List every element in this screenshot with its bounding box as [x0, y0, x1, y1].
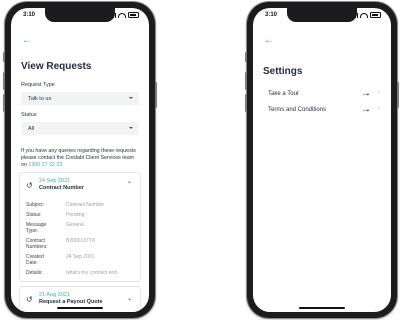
page-title: Settings: [263, 66, 303, 77]
chevron-up-icon[interactable]: ⌃: [127, 181, 132, 188]
chevron-right-icon: ›: [378, 106, 380, 112]
detail-label: Status:: [26, 212, 42, 218]
phone-frame-right: 3:10 ← Settings Take a Tour → › Terms an…: [245, 2, 399, 318]
side-button: [3, 94, 5, 112]
detail-value: B2000137TX: [66, 238, 96, 244]
home-indicator: [57, 306, 103, 309]
status-value: All: [28, 125, 35, 132]
detail-value: General: [66, 222, 84, 228]
detail-label: Subject:: [26, 202, 45, 208]
home-indicator: [299, 306, 345, 309]
settings-item-label: Take a Tour: [268, 91, 299, 97]
settings-item-label: Terms and Conditions: [268, 107, 327, 113]
detail-label: Created Date:: [26, 254, 44, 266]
side-button: [245, 52, 247, 62]
arrow-right-icon: →: [361, 88, 371, 99]
detail-value: what's my contract end: [66, 270, 117, 276]
side-button: [155, 82, 157, 108]
status-time: 3:10: [265, 12, 278, 18]
request-subject: Contract Number: [39, 185, 84, 191]
status-label: Status: [21, 112, 37, 118]
arrow-left-icon: ←: [22, 35, 32, 46]
back-button[interactable]: ←: [264, 36, 274, 46]
status-time: 3:10: [23, 12, 36, 18]
battery-icon: [128, 12, 139, 18]
wifi-icon: [360, 12, 368, 18]
contact-info-text: If you have any queries regarding these …: [21, 148, 141, 169]
caret-down-icon: [129, 97, 133, 99]
chevron-right-icon: ›: [378, 90, 380, 96]
side-button: [245, 72, 247, 90]
side-button: [245, 94, 247, 112]
detail-value: Pending: [66, 212, 85, 218]
history-icon: ↺: [26, 295, 33, 304]
request-card[interactable]: ↺ 24 Sep 2021 Contract Number ⌃ Subject:…: [19, 172, 141, 282]
detail-value: 24 Sep 2021: [66, 254, 95, 260]
screen-settings: 3:10 ← Settings Take a Tour → › Terms an…: [253, 8, 391, 312]
side-button: [397, 82, 399, 108]
history-icon: ↺: [26, 181, 33, 190]
back-button[interactable]: ←: [22, 36, 32, 46]
notch: [45, 8, 115, 22]
battery-icon: [370, 12, 381, 18]
detail-label: Message Type:: [26, 222, 47, 234]
notch: [287, 8, 357, 22]
contact-phone-link[interactable]: 1300 27 32 22: [28, 162, 62, 168]
request-date: 24 Sep 2021: [39, 178, 71, 184]
request-date: 21 Aug 2021: [39, 292, 70, 298]
phone-frame-left: 3:10 ← View Requests Request Type Talk t…: [3, 2, 157, 318]
settings-item-terms[interactable]: Terms and Conditions → ›: [268, 104, 381, 117]
detail-value: Contract Number: [66, 202, 105, 208]
detail-label: Contract Numbers:: [26, 238, 48, 250]
wifi-icon: [118, 12, 126, 18]
request-subject: Request a Payout Quote: [39, 299, 103, 305]
request-type-value: Talk to us: [28, 95, 52, 102]
side-button: [3, 52, 5, 62]
settings-item-take-a-tour[interactable]: Take a Tour → ›: [268, 88, 381, 101]
arrow-left-icon: ←: [264, 35, 274, 46]
status-select[interactable]: All: [21, 122, 139, 135]
arrow-right-icon: →: [361, 104, 371, 115]
request-type-label: Request Type: [21, 82, 55, 88]
detail-label: Details:: [26, 270, 43, 276]
side-button: [3, 72, 5, 90]
page-title: View Requests: [21, 61, 92, 72]
request-type-select[interactable]: Talk to us: [21, 92, 139, 105]
caret-down-icon: [129, 127, 133, 129]
screen-view-requests: 3:10 ← View Requests Request Type Talk t…: [11, 8, 149, 312]
chevron-down-icon[interactable]: ⌄: [127, 295, 132, 302]
